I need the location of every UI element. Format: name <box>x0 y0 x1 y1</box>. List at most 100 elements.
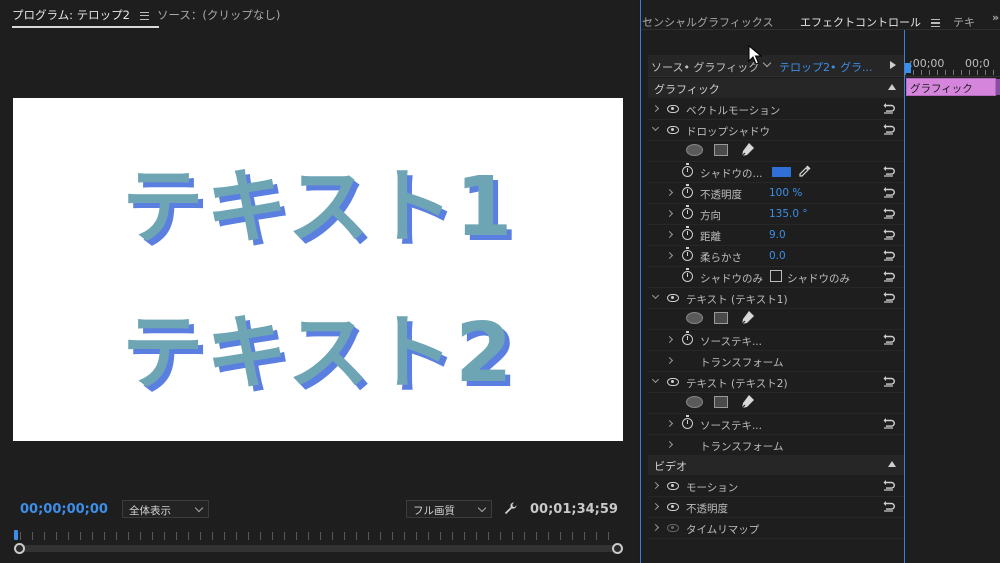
section-video-label: ビデオ <box>654 460 687 473</box>
pen-mask-icon[interactable] <box>739 142 755 158</box>
reset-icon[interactable] <box>883 291 895 303</box>
shadow-only-checkbox[interactable] <box>770 270 782 282</box>
effect-row-text-layer-2: テキスト (テキスト2) <box>648 372 904 393</box>
param-value-distance[interactable]: 9.0 <box>769 229 786 241</box>
stopwatch-icon[interactable] <box>682 415 693 429</box>
panel-menu-icon[interactable] <box>930 19 940 27</box>
rectangle-mask-icon[interactable] <box>714 396 728 408</box>
param-value-direction[interactable]: 135.0 ° <box>769 208 808 220</box>
eye-icon[interactable] <box>667 378 679 386</box>
expand-chevron-icon[interactable] <box>651 481 660 490</box>
effect-row-video-opacity: 不透明度 <box>648 497 904 518</box>
expand-chevron-icon[interactable] <box>651 104 660 113</box>
pen-mask-icon[interactable] <box>739 310 755 326</box>
eyedropper-icon[interactable] <box>798 164 812 178</box>
rectangle-mask-icon[interactable] <box>714 312 728 324</box>
eye-icon[interactable] <box>667 482 679 490</box>
expand-chevron-icon[interactable] <box>665 251 674 260</box>
collapse-chevron-icon[interactable] <box>651 291 660 300</box>
expand-chevron-icon[interactable] <box>651 502 660 511</box>
expand-chevron-icon[interactable] <box>665 230 674 239</box>
eye-icon[interactable] <box>667 294 679 302</box>
stopwatch-icon[interactable] <box>682 331 693 345</box>
stopwatch-icon[interactable] <box>682 184 693 198</box>
shadow-color-swatch[interactable] <box>772 167 791 177</box>
expand-chevron-icon[interactable] <box>651 523 660 532</box>
collapse-chevron-icon[interactable] <box>651 375 660 384</box>
expand-chevron-icon[interactable] <box>665 356 674 365</box>
program-preview-canvas[interactable]: テキスト1 テキスト2 <box>13 98 623 441</box>
checkbox-label[interactable]: シャドウのみ <box>787 271 850 286</box>
tab-overflow-button[interactable]: » <box>992 11 999 24</box>
expand-chevron-icon[interactable] <box>665 419 674 428</box>
reset-icon[interactable] <box>883 123 895 135</box>
stopwatch-icon[interactable] <box>682 163 693 177</box>
ellipse-mask-icon[interactable] <box>686 144 703 156</box>
current-timecode[interactable]: 00;00;00;00 <box>20 502 108 517</box>
reset-icon[interactable] <box>883 165 895 177</box>
timeline-ruler[interactable]: ;00;00 00;0 <box>905 55 1000 77</box>
param-row-opacity: 不透明度 100 % <box>648 183 904 204</box>
program-scrub-bar[interactable] <box>14 530 623 554</box>
reset-icon[interactable] <box>883 186 895 198</box>
wrench-icon[interactable] <box>503 501 518 516</box>
chevron-down-icon[interactable] <box>762 58 772 68</box>
clip-end-handle[interactable] <box>996 79 1000 95</box>
stopwatch-icon[interactable] <box>682 268 693 282</box>
param-value-softness[interactable]: 0.0 <box>769 250 786 262</box>
zoom-handle-start[interactable] <box>14 543 25 554</box>
section-header-graphic[interactable]: グラフィック <box>648 78 904 98</box>
effect-row-time-remap: タイムリマップ <box>648 518 904 539</box>
reset-icon[interactable] <box>883 270 895 282</box>
pen-mask-icon[interactable] <box>739 394 755 410</box>
tab-essential-graphics[interactable]: センシャルグラフィックス <box>642 14 773 30</box>
zoom-handle-end[interactable] <box>612 543 623 554</box>
collapse-up-icon[interactable] <box>888 84 896 90</box>
reset-icon[interactable] <box>883 207 895 219</box>
stopwatch-icon[interactable] <box>682 247 693 261</box>
source-clip-label[interactable]: ソース• グラフィック <box>651 59 759 75</box>
collapse-chevron-icon[interactable] <box>651 123 660 132</box>
section-header-video[interactable]: ビデオ <box>648 455 904 475</box>
effect-controls-timeline[interactable]: ;00;00 00;0 グラフィック <box>905 30 1000 563</box>
tab-effect-controls[interactable]: エフェクトコントロール <box>800 14 940 30</box>
reset-icon[interactable] <box>883 249 895 261</box>
collapse-up-icon[interactable] <box>888 461 896 467</box>
active-tab-underline <box>12 26 159 28</box>
reset-icon[interactable] <box>883 333 895 345</box>
play-icon[interactable] <box>890 61 896 69</box>
reset-icon[interactable] <box>883 375 895 387</box>
playhead-marker[interactable] <box>14 530 18 540</box>
expand-chevron-icon[interactable] <box>665 209 674 218</box>
ellipse-mask-icon[interactable] <box>686 312 703 324</box>
param-value-opacity[interactable]: 100 % <box>769 187 802 199</box>
tab-source-monitor[interactable]: ソース：(クリップなし) <box>157 7 280 23</box>
ellipse-mask-icon[interactable] <box>686 396 703 408</box>
zoom-scroll-track[interactable] <box>20 545 618 552</box>
expand-chevron-icon[interactable] <box>665 188 674 197</box>
sequence-clip-link[interactable]: テロップ2• グラ... <box>779 59 872 75</box>
param-name: 不透明度 <box>700 189 742 201</box>
playhead-marker[interactable] <box>905 63 911 73</box>
eye-icon[interactable] <box>667 126 679 134</box>
tab-program-monitor[interactable]: プログラム: テロップ2 <box>12 7 159 28</box>
reset-icon[interactable] <box>883 417 895 429</box>
expand-chevron-icon[interactable] <box>665 440 674 449</box>
reset-icon[interactable] <box>883 228 895 240</box>
graphic-clip-bar[interactable]: グラフィック <box>906 78 1000 96</box>
expand-chevron-icon[interactable] <box>665 335 674 344</box>
effect-name: 不透明度 <box>686 503 728 515</box>
eye-icon[interactable] <box>667 503 679 511</box>
reset-icon[interactable] <box>883 479 895 491</box>
zoom-level-dropdown[interactable]: 全体表示 <box>122 500 209 518</box>
rectangle-mask-icon[interactable] <box>714 144 728 156</box>
eye-icon[interactable] <box>667 105 679 113</box>
playback-quality-dropdown[interactable]: フル画質 <box>406 500 492 518</box>
stopwatch-icon[interactable] <box>682 205 693 219</box>
panel-menu-icon[interactable] <box>139 11 149 20</box>
reset-icon[interactable] <box>883 500 895 512</box>
param-row-softness: 柔らかさ 0.0 <box>648 246 904 267</box>
stopwatch-icon[interactable] <box>682 226 693 240</box>
reset-icon[interactable] <box>883 102 895 114</box>
tab-text[interactable]: テキ <box>953 14 975 30</box>
